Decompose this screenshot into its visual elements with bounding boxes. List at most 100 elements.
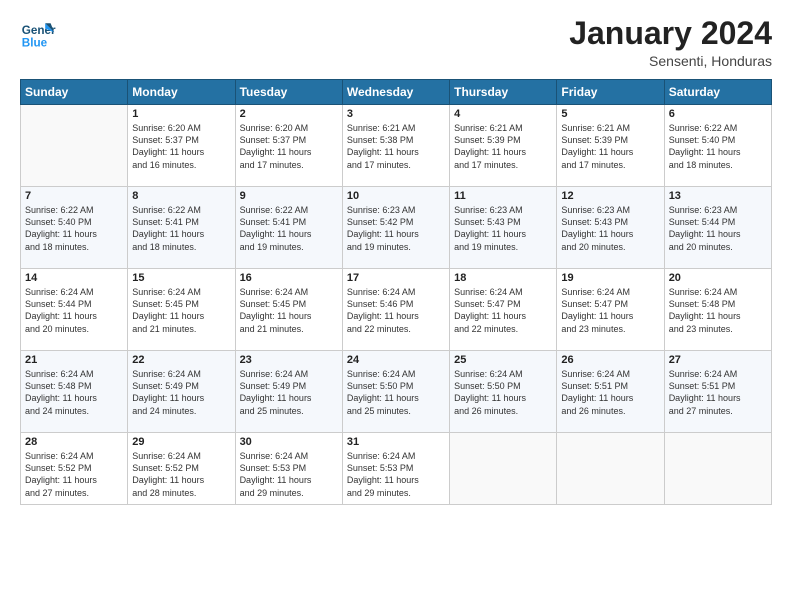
calendar-table: SundayMondayTuesdayWednesdayThursdayFrid… — [20, 79, 772, 505]
day-info: Sunrise: 6:21 AM Sunset: 5:39 PM Dayligh… — [454, 122, 552, 171]
day-number: 7 — [25, 190, 123, 202]
day-info: Sunrise: 6:21 AM Sunset: 5:38 PM Dayligh… — [347, 122, 445, 171]
day-info: Sunrise: 6:24 AM Sunset: 5:50 PM Dayligh… — [454, 368, 552, 417]
day-number: 22 — [132, 354, 230, 366]
day-number: 2 — [240, 108, 338, 120]
day-number: 16 — [240, 272, 338, 284]
day-info: Sunrise: 6:24 AM Sunset: 5:48 PM Dayligh… — [25, 368, 123, 417]
day-number: 25 — [454, 354, 552, 366]
day-info: Sunrise: 6:24 AM Sunset: 5:47 PM Dayligh… — [561, 286, 659, 335]
day-info: Sunrise: 6:23 AM Sunset: 5:42 PM Dayligh… — [347, 204, 445, 253]
day-cell: 27 Sunrise: 6:24 AM Sunset: 5:51 PM Dayli… — [664, 351, 771, 433]
day-cell: 22Sunrise: 6:24 AM Sunset: 5:49 PM Dayli… — [128, 351, 235, 433]
day-number: 27 — [669, 354, 767, 366]
day-cell: 14 Sunrise: 6:24 AM Sunset: 5:44 PM Dayli… — [21, 269, 128, 351]
day-number: 5 — [561, 108, 659, 120]
day-number: 10 — [347, 190, 445, 202]
day-cell: 15 Sunrise: 6:24 AM Sunset: 5:45 PM Dayli… — [128, 269, 235, 351]
day-info: Sunrise: 6:24 AM Sunset: 5:51 PM Dayligh… — [669, 368, 767, 417]
day-info: Sunrise: 6:22 AM Sunset: 5:41 PM Dayligh… — [132, 204, 230, 253]
day-number: 14 — [25, 272, 123, 284]
week-row-2: 7Sunrise: 6:22 AM Sunset: 5:40 PM Daylig… — [21, 187, 772, 269]
day-cell: 16 Sunrise: 6:24 AM Sunset: 5:45 PM Dayli… — [235, 269, 342, 351]
day-number: 18 — [454, 272, 552, 284]
day-number: 24 — [347, 354, 445, 366]
week-row-1: 1 Sunrise: 6:20 AM Sunset: 5:37 PM Daylig… — [21, 105, 772, 187]
day-number: 19 — [561, 272, 659, 284]
location-subtitle: Sensenti, Honduras — [569, 53, 772, 69]
day-info: Sunrise: 6:24 AM Sunset: 5:48 PM Dayligh… — [669, 286, 767, 335]
day-info: Sunrise: 6:24 AM Sunset: 5:46 PM Dayligh… — [347, 286, 445, 335]
day-header-sunday: Sunday — [21, 80, 128, 105]
day-number: 20 — [669, 272, 767, 284]
week-row-4: 21 Sunrise: 6:24 AM Sunset: 5:48 PM Dayli… — [21, 351, 772, 433]
day-cell: 12Sunrise: 6:23 AM Sunset: 5:43 PM Dayli… — [557, 187, 664, 269]
day-info: Sunrise: 6:24 AM Sunset: 5:50 PM Dayligh… — [347, 368, 445, 417]
day-info: Sunrise: 6:24 AM Sunset: 5:53 PM Dayligh… — [240, 450, 338, 499]
day-number: 23 — [240, 354, 338, 366]
week-row-5: 28 Sunrise: 6:24 AM Sunset: 5:52 PM Dayli… — [21, 433, 772, 505]
day-cell — [557, 433, 664, 505]
day-number: 1 — [132, 108, 230, 120]
day-info: Sunrise: 6:23 AM Sunset: 5:43 PM Dayligh… — [454, 204, 552, 253]
logo-icon: General Blue — [20, 16, 56, 52]
day-info: Sunrise: 6:24 AM Sunset: 5:44 PM Dayligh… — [25, 286, 123, 335]
day-number: 12 — [561, 190, 659, 202]
day-number: 15 — [132, 272, 230, 284]
day-number: 13 — [669, 190, 767, 202]
day-number: 21 — [25, 354, 123, 366]
day-cell: 24 Sunrise: 6:24 AM Sunset: 5:50 PM Dayli… — [342, 351, 449, 433]
day-cell: 9 Sunrise: 6:22 AM Sunset: 5:41 PM Daylig… — [235, 187, 342, 269]
day-info: Sunrise: 6:20 AM Sunset: 5:37 PM Dayligh… — [132, 122, 230, 171]
day-info: Sunrise: 6:21 AM Sunset: 5:39 PM Dayligh… — [561, 122, 659, 171]
day-number: 4 — [454, 108, 552, 120]
day-cell: 2Sunrise: 6:20 AM Sunset: 5:37 PM Daylig… — [235, 105, 342, 187]
day-number: 9 — [240, 190, 338, 202]
day-number: 6 — [669, 108, 767, 120]
day-cell: 8 Sunrise: 6:22 AM Sunset: 5:41 PM Daylig… — [128, 187, 235, 269]
day-info: Sunrise: 6:24 AM Sunset: 5:45 PM Dayligh… — [240, 286, 338, 335]
day-cell: 28Sunrise: 6:24 AM Sunset: 5:52 PM Dayli… — [21, 433, 128, 505]
day-cell: 4 Sunrise: 6:21 AM Sunset: 5:39 PM Daylig… — [450, 105, 557, 187]
day-info: Sunrise: 6:24 AM Sunset: 5:45 PM Dayligh… — [132, 286, 230, 335]
day-cell: 1 Sunrise: 6:20 AM Sunset: 5:37 PM Daylig… — [128, 105, 235, 187]
day-header-tuesday: Tuesday — [235, 80, 342, 105]
day-info: Sunrise: 6:24 AM Sunset: 5:52 PM Dayligh… — [132, 450, 230, 499]
day-number: 11 — [454, 190, 552, 202]
header: General Blue January 2024 Sensenti, Hond… — [20, 16, 772, 69]
day-info: Sunrise: 6:24 AM Sunset: 5:47 PM Dayligh… — [454, 286, 552, 335]
day-cell: 19 Sunrise: 6:24 AM Sunset: 5:47 PM Dayli… — [557, 269, 664, 351]
day-cell: 20 Sunrise: 6:24 AM Sunset: 5:48 PM Dayli… — [664, 269, 771, 351]
day-cell: 6Sunrise: 6:22 AM Sunset: 5:40 PM Daylig… — [664, 105, 771, 187]
week-row-3: 14 Sunrise: 6:24 AM Sunset: 5:44 PM Dayli… — [21, 269, 772, 351]
day-number: 3 — [347, 108, 445, 120]
day-cell: 25 Sunrise: 6:24 AM Sunset: 5:50 PM Dayli… — [450, 351, 557, 433]
svg-text:Blue: Blue — [22, 37, 48, 50]
day-header-monday: Monday — [128, 80, 235, 105]
day-number: 28 — [25, 436, 123, 448]
day-headers-row: SundayMondayTuesdayWednesdayThursdayFrid… — [21, 80, 772, 105]
day-info: Sunrise: 6:24 AM Sunset: 5:53 PM Dayligh… — [347, 450, 445, 499]
logo: General Blue — [20, 16, 56, 52]
month-title: January 2024 — [569, 16, 772, 51]
day-header-thursday: Thursday — [450, 80, 557, 105]
day-cell: 21 Sunrise: 6:24 AM Sunset: 5:48 PM Dayli… — [21, 351, 128, 433]
day-cell: 30 Sunrise: 6:24 AM Sunset: 5:53 PM Dayli… — [235, 433, 342, 505]
calendar-page: General Blue January 2024 Sensenti, Hond… — [0, 0, 792, 612]
day-cell: 5 Sunrise: 6:21 AM Sunset: 5:39 PM Daylig… — [557, 105, 664, 187]
day-cell: 26Sunrise: 6:24 AM Sunset: 5:51 PM Dayli… — [557, 351, 664, 433]
day-number: 31 — [347, 436, 445, 448]
day-cell: 29Sunrise: 6:24 AM Sunset: 5:52 PM Dayli… — [128, 433, 235, 505]
day-cell: 13Sunrise: 6:23 AM Sunset: 5:44 PM Dayli… — [664, 187, 771, 269]
day-info: Sunrise: 6:24 AM Sunset: 5:49 PM Dayligh… — [240, 368, 338, 417]
day-number: 17 — [347, 272, 445, 284]
day-header-friday: Friday — [557, 80, 664, 105]
day-number: 30 — [240, 436, 338, 448]
day-info: Sunrise: 6:24 AM Sunset: 5:51 PM Dayligh… — [561, 368, 659, 417]
day-cell: 18 Sunrise: 6:24 AM Sunset: 5:47 PM Dayli… — [450, 269, 557, 351]
day-info: Sunrise: 6:22 AM Sunset: 5:41 PM Dayligh… — [240, 204, 338, 253]
day-number: 8 — [132, 190, 230, 202]
day-header-saturday: Saturday — [664, 80, 771, 105]
title-block: January 2024 Sensenti, Honduras — [569, 16, 772, 69]
day-header-wednesday: Wednesday — [342, 80, 449, 105]
